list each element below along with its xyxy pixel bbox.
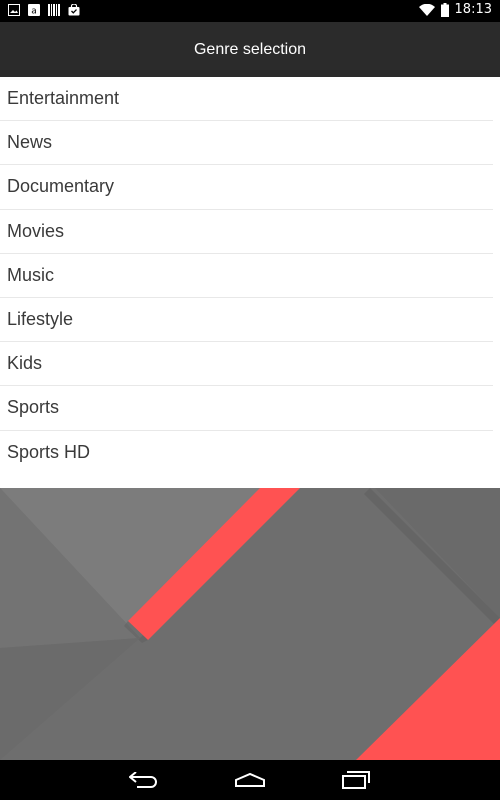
back-button[interactable] [122, 763, 166, 797]
battery-icon [440, 2, 449, 17]
notification-icons: a [8, 4, 80, 16]
clock: 18:13 [454, 2, 492, 17]
genre-item-kids[interactable]: Kids [0, 342, 493, 387]
svg-text:a: a [31, 7, 37, 17]
barcode-icon [48, 4, 60, 16]
wifi-icon [418, 3, 435, 16]
recents-button[interactable] [334, 763, 378, 797]
recents-icon [342, 771, 370, 789]
genre-item-entertainment[interactable]: Entertainment [0, 77, 493, 122]
shopping-bag-icon [68, 4, 80, 16]
genre-item-documentary[interactable]: Documentary [0, 165, 493, 210]
genre-item-sports-hd[interactable]: Sports HD [0, 431, 493, 475]
genre-item-news[interactable]: News [0, 121, 493, 166]
genre-item-music[interactable]: Music [0, 254, 493, 298]
genre-item-movies[interactable]: Movies [0, 210, 493, 254]
back-icon [129, 772, 157, 788]
home-button[interactable] [228, 763, 272, 797]
genre-list: Entertainment News Documentary Movies Mu… [0, 77, 500, 488]
page-title: Genre selection [193, 40, 307, 58]
image-icon [8, 4, 20, 16]
system-status: 18:13 [418, 2, 492, 17]
home-icon [235, 772, 265, 787]
wallpaper [0, 488, 500, 760]
app-bar: Genre selection [0, 22, 500, 77]
amazon-icon: a [28, 4, 40, 16]
status-bar: a 18:13 [0, 0, 500, 22]
genre-item-lifestyle[interactable]: Lifestyle [0, 298, 493, 343]
navigation-bar [0, 760, 500, 800]
genre-item-sports[interactable]: Sports [0, 386, 493, 431]
